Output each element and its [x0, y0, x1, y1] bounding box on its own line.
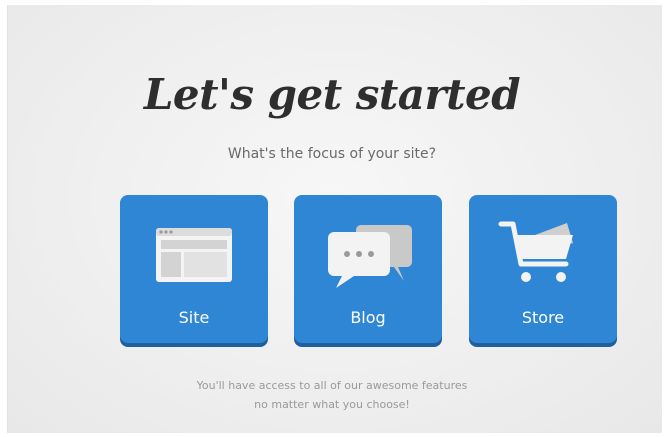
page-title: Let's get started — [143, 70, 521, 119]
website-window-icon — [156, 228, 232, 282]
store-option-label: Store — [521, 308, 565, 327]
page-subtitle: What's the focus of your site? — [227, 146, 437, 162]
store-option-button[interactable]: Store — [469, 195, 617, 343]
blog-option-button[interactable]: Blog — [294, 195, 442, 343]
shopping-cart-icon — [498, 221, 573, 282]
site-option-button[interactable]: Site — [120, 195, 268, 343]
site-type-options: Site Blog Store — [120, 195, 618, 347]
blog-option-label: Blog — [350, 308, 386, 327]
site-option-label: Site — [178, 308, 210, 327]
features-note-line-1: You'll have access to all of our awesome… — [196, 379, 468, 392]
features-note-line-2: no matter what you choose! — [254, 398, 410, 411]
chat-bubbles-icon — [328, 225, 412, 288]
features-note: You'll have access to all of our awesome… — [0, 376, 664, 414]
